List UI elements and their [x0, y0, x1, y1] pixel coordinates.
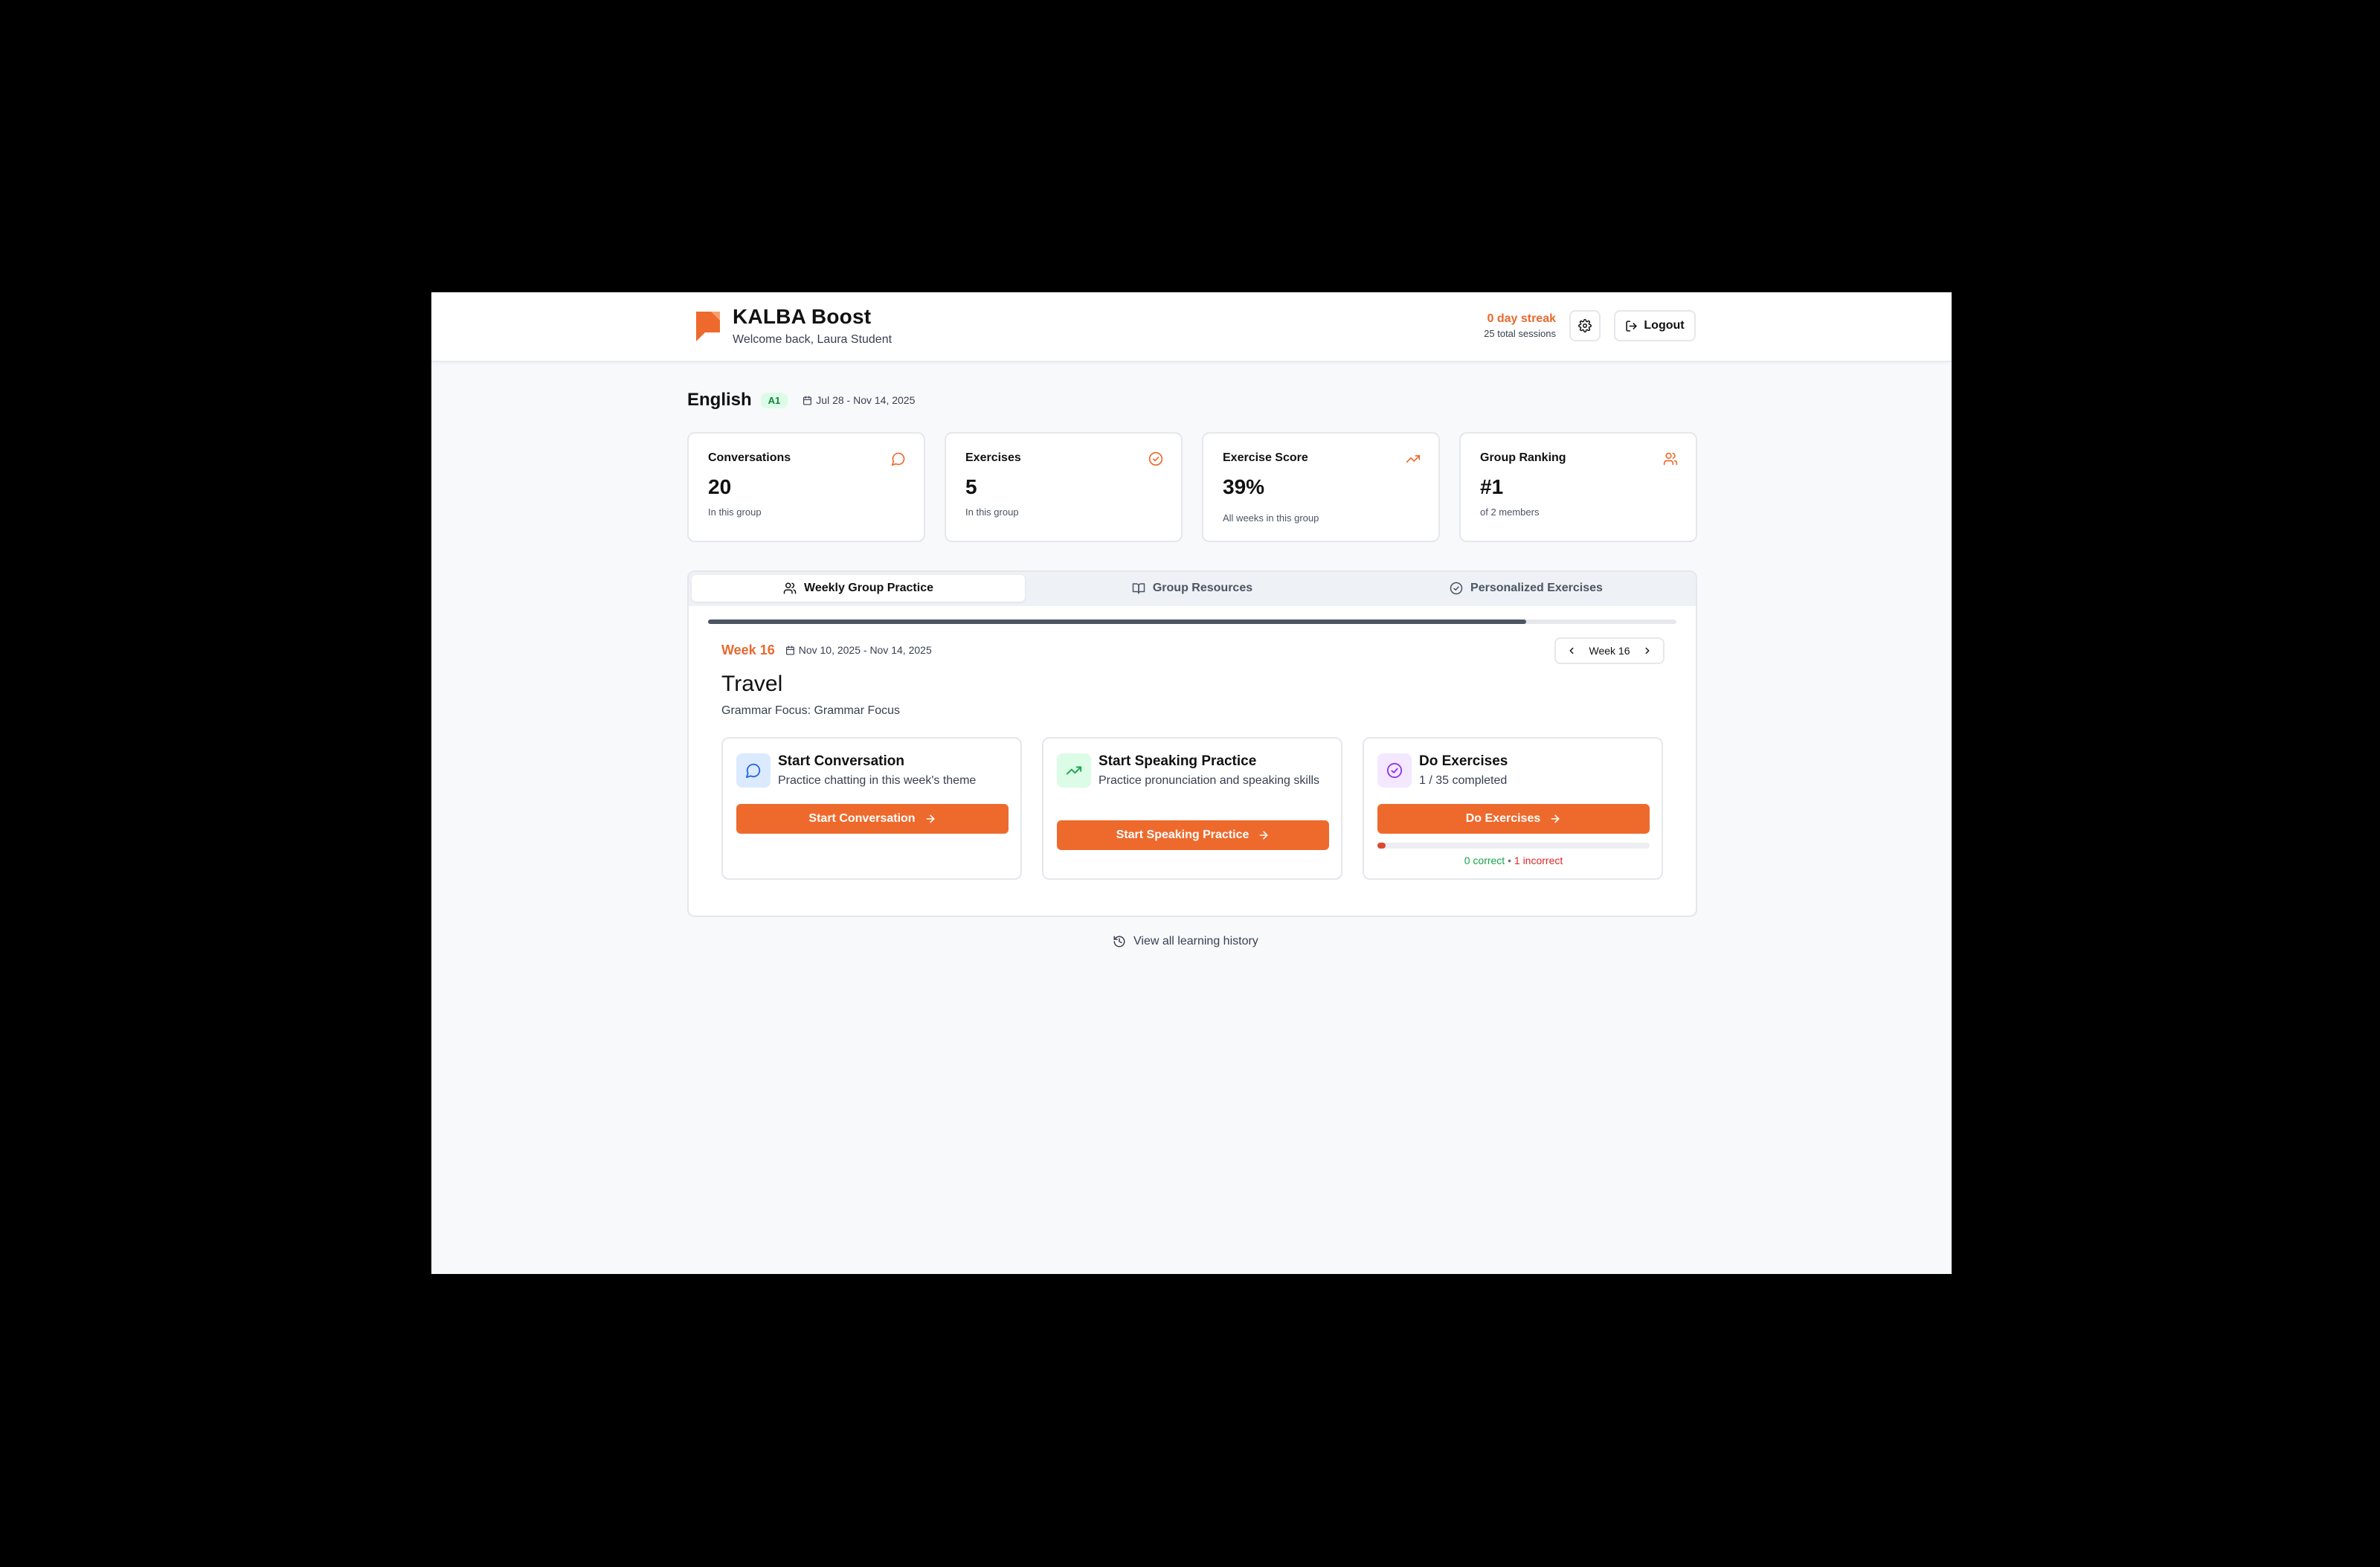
stat-card-conversations: Conversations 20 In this group: [687, 432, 925, 542]
calendar-icon: [803, 395, 812, 405]
arrow-right-icon: [1259, 831, 1268, 840]
gear-icon: [1578, 319, 1592, 332]
logout-icon: [1626, 320, 1638, 332]
stat-card-exercise-score: Exercise Score 39% All weeks in this gro…: [1202, 432, 1440, 542]
check-circle-icon: [1450, 582, 1463, 595]
brand-title: KALBA Boost: [733, 305, 872, 328]
sessions-text: 25 total sessions: [1484, 328, 1556, 339]
stat-value: 20: [708, 475, 732, 498]
stat-card-exercises: Exercises 5 In this group: [945, 432, 1183, 542]
button-label: Start Conversation: [808, 812, 916, 825]
settings-button[interactable]: [1569, 310, 1601, 341]
exercise-results: 0 correct • 1 incorrect: [1377, 855, 1650, 866]
tab-weekly-group-practice[interactable]: Weekly Group Practice: [692, 575, 1025, 602]
stat-label: Conversations: [708, 451, 791, 464]
button-label: Start Speaking Practice: [1116, 828, 1250, 841]
welcome-text: Welcome back, Laura Student: [733, 333, 892, 346]
trending-up-icon: [1066, 766, 1082, 775]
action-title: Do Exercises: [1419, 753, 1508, 769]
stat-label: Group Ranking: [1480, 451, 1566, 464]
check-circle-icon: [1148, 451, 1163, 466]
week-header: Week 16 Nov 10, 2025 - Nov 14, 2025: [721, 640, 932, 660]
week-selector: Week 16: [1554, 637, 1665, 664]
stat-sub: In this group: [708, 506, 762, 518]
logo-icon: [696, 312, 720, 341]
chevron-left-icon[interactable]: [1566, 646, 1577, 656]
app-window: KALBA Boost Welcome back, Laura Student …: [431, 292, 1952, 1274]
start-conversation-button[interactable]: Start Conversation: [736, 804, 1009, 834]
action-title: Start Conversation: [778, 753, 904, 769]
history-icon: [1113, 936, 1125, 947]
action-description: Practice chatting in this week's theme: [778, 774, 977, 787]
language-name: English: [687, 390, 752, 410]
tab-group-resources[interactable]: Group Resources: [1026, 575, 1359, 602]
app-header: KALBA Boost Welcome back, Laura Student …: [431, 292, 1952, 362]
week-selector-label: Week 16: [1589, 645, 1630, 657]
tab-personalized-exercises[interactable]: Personalized Exercises: [1360, 575, 1693, 602]
incorrect-count: 1 incorrect: [1514, 855, 1563, 866]
stat-sub: In this group: [965, 506, 1019, 518]
week-theme-title: Travel: [721, 672, 783, 696]
action-description: 1 / 35 completed: [1419, 774, 1508, 787]
stat-value: #1: [1480, 475, 1504, 498]
week-dates-text: Nov 10, 2025 - Nov 14, 2025: [798, 644, 932, 656]
correct-count: 0 correct: [1464, 855, 1505, 866]
stat-sub: All weeks in this group: [1223, 512, 1319, 524]
action-card-exercises: Do Exercises 1 / 35 completed Do Exercis…: [1363, 737, 1663, 880]
start-speaking-practice-button[interactable]: Start Speaking Practice: [1057, 820, 1329, 850]
exercise-progress-bar: [1377, 843, 1650, 849]
stat-value: 5: [965, 475, 977, 498]
week-dates: Nov 10, 2025 - Nov 14, 2025: [785, 644, 932, 656]
tab-label: Weekly Group Practice: [804, 582, 933, 594]
history-link-label: View all learning history: [1133, 935, 1258, 947]
message-icon: [891, 452, 905, 466]
action-icon-box: [1057, 753, 1091, 788]
stat-label: Exercises: [965, 451, 1021, 464]
action-card-speaking: Start Speaking Practice Practice pronunc…: [1042, 737, 1342, 880]
level-badge: A1: [760, 392, 788, 408]
grammar-focus: Grammar Focus: Grammar Focus: [721, 704, 901, 717]
exercise-progress-fill: [1377, 843, 1386, 849]
trending-up-icon: [1406, 455, 1421, 463]
tab-label: Personalized Exercises: [1470, 582, 1603, 594]
calendar-icon: [785, 645, 794, 655]
users-icon: [1663, 452, 1678, 466]
book-open-icon: [1132, 583, 1145, 594]
week-progress-bar: [708, 620, 1676, 624]
stat-sub: of 2 members: [1480, 506, 1540, 518]
tab-label: Group Resources: [1152, 582, 1253, 594]
streak-text: 0 day streak: [1487, 312, 1556, 325]
logout-button[interactable]: Logout: [1614, 310, 1696, 341]
course-info: English A1 Jul 28 - Nov 14, 2025: [687, 387, 915, 413]
course-dates: Jul 28 - Nov 14, 2025: [803, 394, 915, 406]
result-separator: •: [1508, 855, 1511, 866]
view-history-link[interactable]: View all learning history: [1113, 935, 1258, 948]
action-icon-box: [1377, 753, 1412, 788]
tab-bar: Weekly Group Practice Group Resources Pe…: [689, 572, 1696, 606]
logout-label: Logout: [1644, 319, 1685, 332]
stat-label: Exercise Score: [1223, 451, 1308, 464]
action-description: Practice pronunciation and speaking skil…: [1099, 774, 1320, 787]
stat-value: 39%: [1223, 475, 1265, 498]
arrow-right-icon: [926, 814, 935, 823]
users-icon: [783, 582, 797, 594]
action-icon-box: [736, 753, 771, 788]
do-exercises-button[interactable]: Do Exercises: [1377, 804, 1650, 834]
week-label: Week 16: [721, 642, 775, 657]
arrow-right-icon: [1551, 814, 1560, 823]
action-card-conversation: Start Conversation Practice chatting in …: [721, 737, 1022, 880]
course-dates-text: Jul 28 - Nov 14, 2025: [816, 394, 916, 406]
stat-card-group-ranking: Group Ranking #1 of 2 members: [1459, 432, 1697, 542]
check-circle-icon: [1386, 762, 1403, 779]
chevron-right-icon[interactable]: [1642, 646, 1653, 656]
practice-panel: Weekly Group Practice Group Resources Pe…: [687, 570, 1697, 917]
week-progress-fill: [708, 620, 1527, 624]
action-title: Start Speaking Practice: [1099, 753, 1257, 769]
message-icon: [745, 763, 761, 779]
button-label: Do Exercises: [1465, 812, 1541, 825]
